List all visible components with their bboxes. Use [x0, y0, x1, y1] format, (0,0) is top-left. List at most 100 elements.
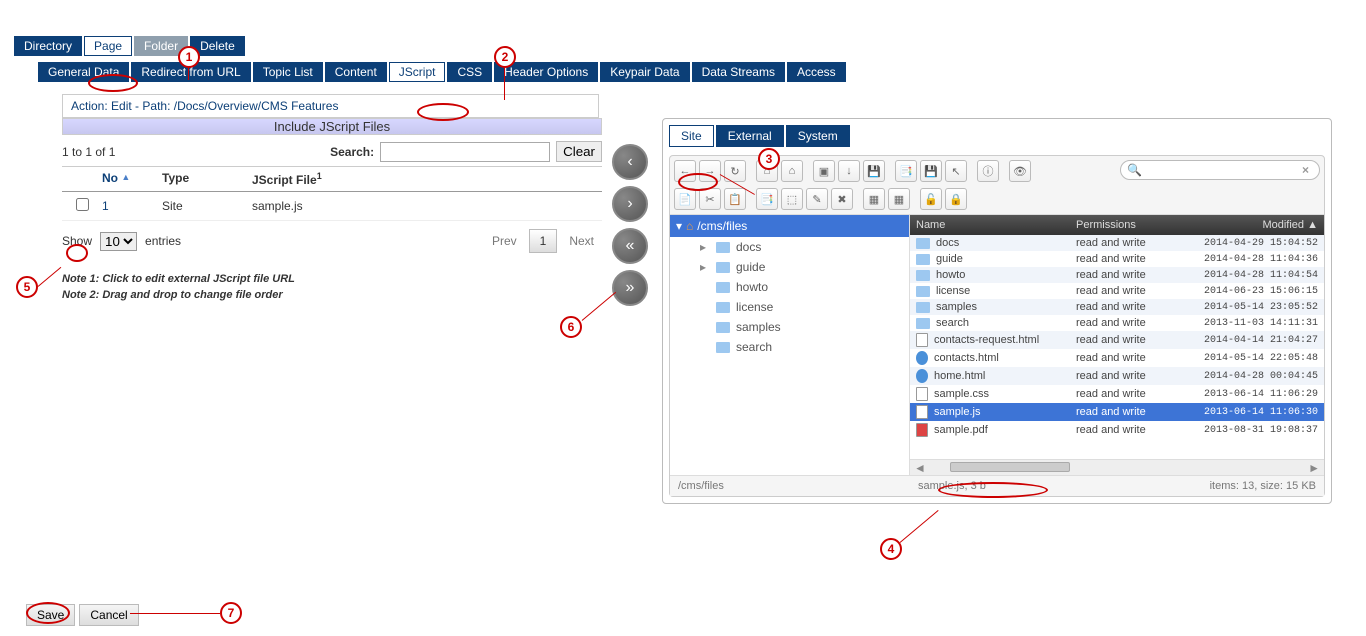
subtab-topic[interactable]: Topic List [253, 62, 323, 82]
duplicate-icon[interactable]: 📑 [756, 188, 778, 210]
view1-icon[interactable]: ▦ [863, 188, 885, 210]
download-icon[interactable]: ↓ [838, 160, 860, 182]
tab-directory[interactable]: Directory [14, 36, 82, 56]
fm-search-input[interactable] [1142, 164, 1302, 176]
list-item[interactable]: sample.pdfread and write2013-08-31 19:08… [910, 421, 1324, 439]
rptab-system[interactable]: System [786, 125, 850, 147]
col-type[interactable]: Type [162, 171, 252, 187]
tree-item[interactable]: ▸docs [670, 237, 909, 257]
list-item[interactable]: sample.jsread and write2013-06-14 11:06:… [910, 403, 1324, 421]
expand-icon[interactable]: ▸ [700, 240, 710, 254]
list-item[interactable]: home.htmlread and write2014-04-28 00:04:… [910, 367, 1324, 385]
list-item[interactable]: contacts-request.htmlread and write2014-… [910, 331, 1324, 349]
path-value: /Docs/Overview/CMS Features [174, 99, 339, 113]
list-item[interactable]: licenseread and write2014-06-23 15:06:15 [910, 283, 1324, 299]
tree-item[interactable]: howto [670, 277, 909, 297]
col-mod[interactable]: Modified ▲ [1196, 219, 1318, 231]
edit-icon[interactable]: ✎ [806, 188, 828, 210]
list-item[interactable]: searchread and write2013-11-03 14:11:31 [910, 315, 1324, 331]
section-title: Include JScript Files [62, 118, 602, 135]
new-folder-icon[interactable]: ▣ [813, 160, 835, 182]
page-current[interactable]: 1 [529, 229, 558, 253]
col-file[interactable]: JScript File1 [252, 171, 602, 187]
view2-icon[interactable]: ▦ [888, 188, 910, 210]
expand-icon[interactable]: ▾ [676, 219, 682, 233]
clear-search-icon[interactable]: × [1302, 163, 1309, 177]
list-item[interactable]: contacts.htmlread and write2014-05-14 22… [910, 349, 1324, 367]
row-type: Site [162, 199, 252, 213]
up-icon[interactable]: ⌂ [781, 160, 803, 182]
top-tab-row: Directory Page Folder Delete [0, 36, 1366, 56]
file-perm: read and write [1076, 424, 1196, 436]
col-perm[interactable]: Permissions [1076, 219, 1196, 231]
lock-icon[interactable]: 🔒 [945, 188, 967, 210]
note-1: Note 1: Click to edit external JScript f… [62, 271, 602, 287]
saveas-icon[interactable]: 💾 [920, 160, 942, 182]
unlock-icon[interactable]: 🔓 [920, 188, 942, 210]
table-row[interactable]: 1 Site sample.js [62, 192, 602, 221]
search-input[interactable] [380, 142, 550, 162]
col-no[interactable]: No ▲ [102, 171, 162, 187]
prev-button[interactable]: Prev [484, 230, 525, 252]
row-file: sample.js [252, 199, 602, 213]
copy-window-icon[interactable]: 📑 [895, 160, 917, 182]
subtab-css[interactable]: CSS [447, 62, 492, 82]
move-all-right-icon[interactable]: » [612, 270, 648, 306]
tree-item[interactable]: samples [670, 317, 909, 337]
callout-6: 6 [560, 316, 582, 338]
hscrollbar[interactable]: ◄► [910, 459, 1324, 475]
preview-icon[interactable]: 👁 [1009, 160, 1031, 182]
action-name[interactable]: Edit [111, 99, 132, 113]
file-name: docs [936, 237, 959, 249]
list-item[interactable]: howtoread and write2014-04-28 11:04:54 [910, 267, 1324, 283]
pager: Show 10 entries Prev 1 Next [62, 221, 602, 261]
move-all-left-icon[interactable]: « [612, 228, 648, 264]
subtab-access[interactable]: Access [787, 62, 846, 82]
delete-icon[interactable]: ✖ [831, 188, 853, 210]
page-size-select[interactable]: 10 [100, 232, 137, 251]
subtab-keypair[interactable]: Keypair Data [600, 62, 689, 82]
tree-item[interactable]: license [670, 297, 909, 317]
next-button[interactable]: Next [561, 230, 602, 252]
list-item[interactable]: sample.cssread and write2013-06-14 11:06… [910, 385, 1324, 403]
selection-icon[interactable]: ⬚ [781, 188, 803, 210]
list-item[interactable]: samplesread and write2014-05-14 23:05:52 [910, 299, 1324, 315]
rptab-site[interactable]: Site [669, 125, 714, 147]
subtab-streams[interactable]: Data Streams [692, 62, 785, 82]
subtab-content[interactable]: Content [325, 62, 387, 82]
clear-button[interactable]: Clear [556, 141, 602, 162]
tree-root[interactable]: ▾ ⌂ /cms/files [670, 215, 909, 237]
col-name[interactable]: Name [916, 219, 1076, 231]
move-right-icon[interactable]: › [612, 186, 648, 222]
tree-item[interactable]: search [670, 337, 909, 357]
scrollbar-thumb[interactable] [950, 462, 1070, 472]
status-path: /cms/files [678, 480, 918, 492]
file-mod: 2014-06-23 15:06:15 [1196, 286, 1318, 297]
file-name: howto [936, 269, 965, 281]
move-left-icon[interactable]: ‹ [612, 144, 648, 180]
save-icon[interactable]: 💾 [863, 160, 885, 182]
list-item[interactable]: guideread and write2014-04-28 11:04:36 [910, 251, 1324, 267]
folder-icon [716, 262, 730, 273]
select-icon[interactable]: ↖ [945, 160, 967, 182]
grid-header: No ▲ Type JScript File1 [62, 167, 602, 192]
copy-icon[interactable]: 📄 [674, 188, 696, 210]
file-name: home.html [934, 370, 985, 382]
expand-icon[interactable]: ▸ [700, 260, 710, 274]
entries-label: entries [145, 234, 181, 248]
fm-rows[interactable]: docsread and write2014-04-29 15:04:52gui… [910, 235, 1324, 459]
rptab-external[interactable]: External [716, 125, 784, 147]
file-mod: 2013-06-14 11:06:29 [1196, 389, 1318, 400]
list-item[interactable]: docsread and write2014-04-29 15:04:52 [910, 235, 1324, 251]
info-icon[interactable]: ⓘ [977, 160, 999, 182]
tab-page[interactable]: Page [84, 36, 132, 56]
file-icon [916, 387, 928, 401]
file-name: contacts.html [934, 352, 999, 364]
tree-item[interactable]: ▸guide [670, 257, 909, 277]
subtab-jscript[interactable]: JScript [389, 62, 446, 82]
paste-icon[interactable]: 📋 [724, 188, 746, 210]
row-checkbox[interactable] [76, 198, 89, 211]
cut-icon[interactable]: ✂ [699, 188, 721, 210]
cancel-button[interactable]: Cancel [79, 604, 138, 626]
home-icon-small: ⌂ [686, 219, 693, 233]
